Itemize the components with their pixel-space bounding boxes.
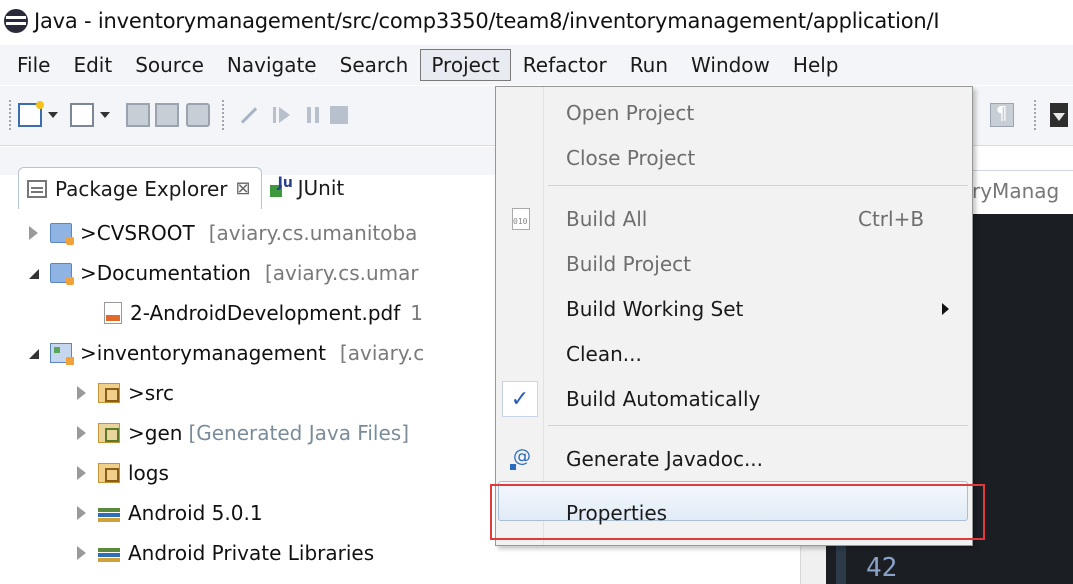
tree-item-revision: 1: [410, 301, 423, 325]
annotation-highlight-box: [490, 484, 985, 540]
menu-navigate[interactable]: Navigate: [216, 49, 328, 81]
library-icon: [98, 548, 120, 562]
skip-breakpoints-icon[interactable]: [237, 103, 261, 127]
menu-item-build-all[interactable]: Build All Ctrl+B: [496, 197, 972, 241]
generated-folder-icon: [98, 423, 120, 443]
cvs-folder-icon: [50, 223, 74, 245]
menu-item-label: Build All: [566, 207, 648, 231]
tree-item-label: Android 5.0.1: [128, 501, 263, 525]
collapsed-chevron-icon[interactable]: [26, 225, 42, 241]
show-whitespace-icon[interactable]: [990, 103, 1014, 127]
source-folder-icon: [98, 463, 120, 483]
android-project-icon: [50, 343, 74, 365]
tree-item-label: >CVSROOT: [80, 221, 195, 245]
new-dropdown-arrow-icon[interactable]: [48, 112, 58, 118]
checkmark-icon: ✓: [502, 381, 538, 417]
terminate-icon[interactable]: [330, 106, 348, 124]
tab-package-explorer[interactable]: Package Explorer ⊠: [18, 167, 262, 209]
menu-separator: [548, 425, 968, 426]
tree-item-label: >Documentation: [80, 261, 251, 285]
suspend-icon[interactable]: [302, 103, 326, 127]
tab-junit-label: JUnit: [297, 176, 345, 200]
download-icon[interactable]: [1050, 103, 1068, 127]
tree-item-label: Android Private Libraries: [128, 541, 375, 565]
menu-item-label: Clean...: [566, 342, 642, 366]
menu-bar: File Edit Source Navigate Search Project…: [0, 45, 1073, 85]
menu-item-label: Generate Javadoc...: [566, 447, 764, 471]
build-all-icon: [512, 208, 530, 230]
tree-item-repository: [aviary.cs.umar: [264, 261, 419, 285]
menu-item-label: Close Project: [566, 146, 696, 170]
new-java-package-icon[interactable]: [70, 103, 94, 127]
pdf-file-icon: [104, 302, 122, 324]
expanded-chevron-icon[interactable]: [26, 265, 42, 281]
menu-separator: [548, 185, 968, 186]
tree-item-label: 2-AndroidDevelopment.pdf: [130, 301, 401, 325]
menu-search[interactable]: Search: [329, 49, 420, 81]
menu-item-label: Open Project: [566, 101, 695, 125]
menu-item-label: Build Automatically: [566, 387, 761, 411]
menu-item-build-automatically[interactable]: ✓ Build Automatically: [496, 377, 972, 421]
tree-item-label: >gen: [128, 421, 183, 445]
tree-item-repository: [aviary.cs.umanitoba: [208, 221, 418, 245]
project-menu-dropdown: Open Project Close Project Build All Ctr…: [495, 86, 973, 546]
source-folder-icon: [98, 383, 120, 403]
submenu-arrow-icon: [942, 303, 949, 315]
eclipse-app-icon: [4, 9, 28, 33]
menu-item-shortcut: Ctrl+B: [858, 207, 925, 231]
tab-package-explorer-label: Package Explorer: [55, 176, 228, 201]
menu-refactor[interactable]: Refactor: [512, 49, 618, 81]
menu-file[interactable]: File: [6, 49, 61, 81]
menu-help[interactable]: Help: [782, 49, 850, 81]
print-icon[interactable]: [186, 103, 210, 127]
collapsed-chevron-icon[interactable]: [74, 545, 90, 561]
menu-item-open-project[interactable]: Open Project: [496, 91, 972, 135]
title-bar: Java - inventorymanagement/src/comp3350/…: [0, 0, 1073, 42]
cvs-folder-icon: [50, 263, 74, 285]
menu-item-label: Build Working Set: [566, 297, 744, 321]
tree-item-label: >inventorymanagement: [80, 341, 326, 365]
menu-item-generate-javadoc[interactable]: Generate Javadoc...: [496, 437, 972, 481]
editor-tab-label[interactable]: ryManag: [972, 179, 1059, 203]
package-explorer-icon: [27, 179, 47, 198]
package-dropdown-arrow-icon[interactable]: [100, 112, 110, 118]
tree-item-label: >src: [128, 381, 174, 405]
tree-item-repository: [aviary.c: [339, 341, 425, 365]
menu-source[interactable]: Source: [124, 49, 215, 81]
collapsed-chevron-icon[interactable]: [74, 465, 90, 481]
collapsed-chevron-icon[interactable]: [74, 505, 90, 521]
collapsed-chevron-icon[interactable]: [74, 425, 90, 441]
menu-item-close-project[interactable]: Close Project: [496, 136, 972, 180]
library-icon: [98, 508, 120, 522]
save-icon[interactable]: [126, 103, 150, 127]
tree-item-label: logs: [128, 461, 169, 485]
toolbar-separator-right: [1034, 100, 1036, 130]
window-title: Java - inventorymanagement/src/comp3350/…: [34, 9, 940, 33]
resume-icon[interactable]: [271, 103, 295, 127]
collapsed-chevron-icon[interactable]: [74, 385, 90, 401]
line-number: 42: [866, 553, 898, 583]
close-icon[interactable]: ⊠: [236, 178, 251, 199]
explorer-tab-strip: Package Explorer ⊠ JUnit: [18, 167, 354, 209]
menu-item-build-project[interactable]: Build Project: [496, 242, 972, 286]
menu-item-build-working-set[interactable]: Build Working Set: [496, 287, 972, 331]
menu-project[interactable]: Project: [420, 49, 511, 81]
menu-item-label: Build Project: [566, 252, 691, 276]
menu-item-clean[interactable]: Clean...: [496, 332, 972, 376]
javadoc-icon: [510, 446, 532, 470]
new-icon[interactable]: [18, 101, 44, 127]
menu-run[interactable]: Run: [619, 49, 679, 81]
menu-window[interactable]: Window: [680, 49, 781, 81]
junit-icon: [269, 175, 293, 199]
expanded-chevron-icon[interactable]: [26, 345, 42, 361]
tree-item-decoration: [Generated Java Files]: [188, 421, 409, 445]
toolbar-grip[interactable]: [9, 100, 12, 130]
menu-edit[interactable]: Edit: [62, 49, 123, 81]
tab-junit[interactable]: JUnit: [262, 167, 355, 209]
save-all-icon[interactable]: [155, 103, 179, 127]
toolbar-separator: [222, 100, 224, 130]
